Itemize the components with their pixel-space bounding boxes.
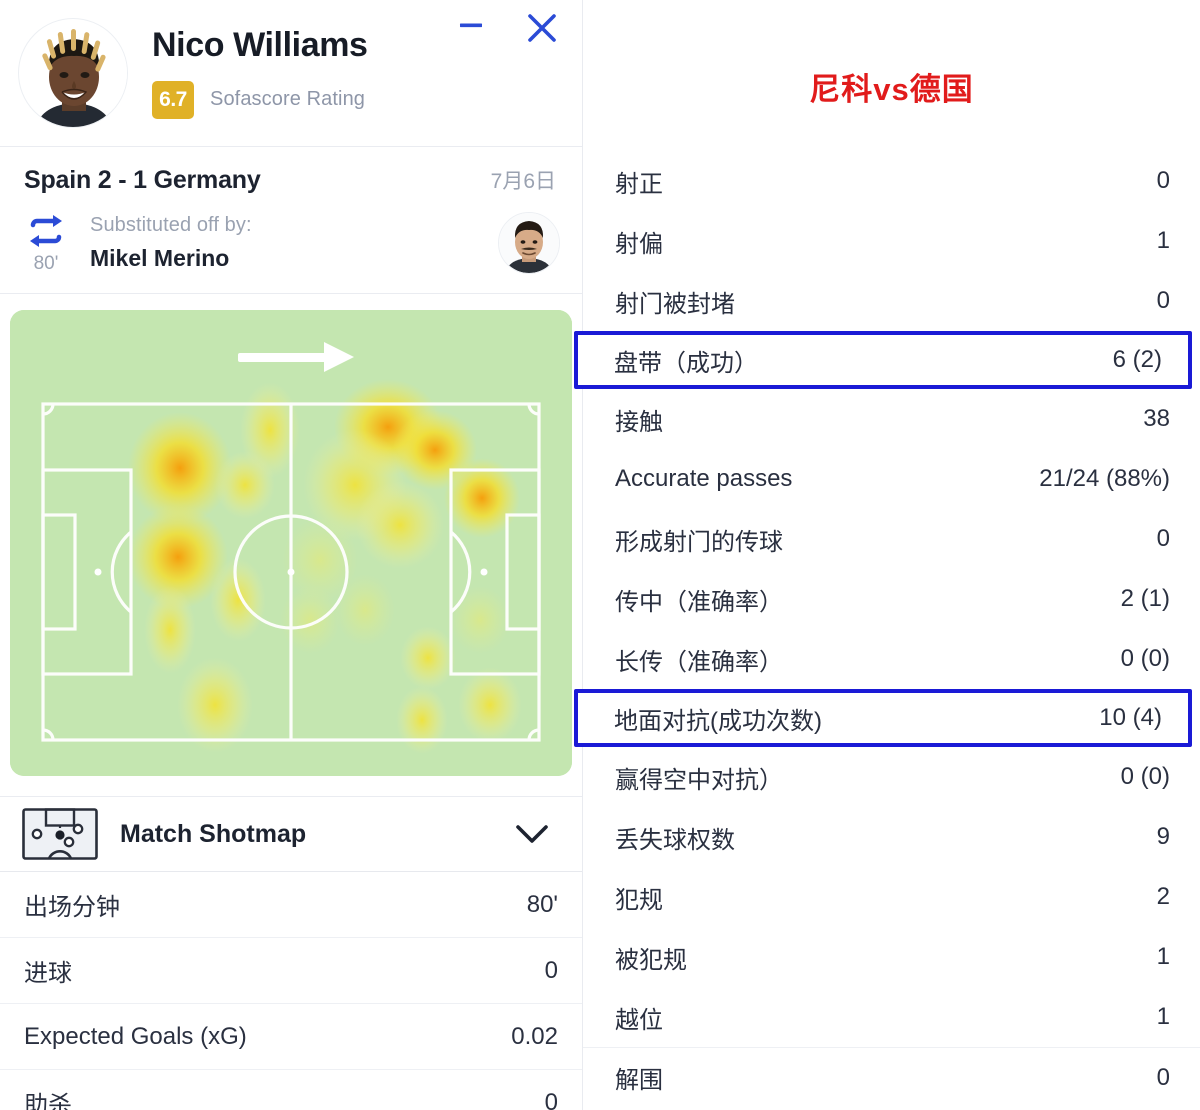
- window-controls: [450, 4, 566, 52]
- right-stat-label: 越位: [615, 1006, 663, 1034]
- substitution-player-name[interactable]: Mikel Merino: [90, 245, 498, 272]
- left-stat-value: 0: [544, 1088, 558, 1110]
- substitution-minute: 80': [33, 253, 59, 274]
- minimize-button[interactable]: [450, 4, 492, 46]
- right-stat-row-highlighted: 盘带（成功） 6 (2): [574, 331, 1192, 389]
- right-stat-value: 2: [1156, 883, 1170, 910]
- right-stat-row: 传中（准确率） 2 (1): [583, 569, 1200, 629]
- right-stat-value: 21/24 (88%): [1039, 465, 1170, 492]
- heatmap-pitch[interactable]: [10, 310, 572, 776]
- right-stat-value: 0 (0): [1120, 763, 1170, 790]
- right-stat-row: 长传（准确率） 0 (0): [583, 629, 1200, 689]
- right-stat-value: 9: [1156, 823, 1170, 850]
- left-stat-label: 出场分钟: [24, 894, 120, 921]
- right-stat-row: 越位 1: [583, 987, 1200, 1047]
- right-stat-row: 射偏 1: [583, 211, 1200, 271]
- match-shotmap-label: Match Shotmap: [120, 819, 307, 848]
- left-stat-value: 0.02: [511, 1022, 558, 1050]
- right-stat-value: 1: [1156, 227, 1170, 254]
- right-stat-row-highlighted: 地面对抗(成功次数) 10 (4): [574, 689, 1192, 747]
- right-stat-label: 射门被封堵: [615, 290, 735, 318]
- match-date: 7月6日: [490, 170, 556, 193]
- right-stat-value: 0: [1156, 167, 1170, 194]
- right-stat-row: 赢得空中对抗） 0 (0): [583, 747, 1200, 807]
- substitute-avatar-image: [499, 213, 559, 273]
- substitution-text-col: Substituted off by: Mikel Merino: [90, 214, 498, 272]
- right-stat-label: 形成射门的传球: [615, 528, 783, 556]
- heatmap-section: [0, 294, 582, 796]
- sofascore-rating-badge: 6.7: [152, 80, 194, 119]
- left-stat-value: 80': [526, 890, 558, 918]
- sofascore-rating-label: Sofascore Rating: [210, 88, 366, 111]
- match-summary-row[interactable]: Spain 2 - 1 Germany 7月6日: [0, 147, 582, 205]
- right-stat-row: 射门被封堵 0: [583, 271, 1200, 331]
- right-stat-row: Accurate passes 21/24 (88%): [583, 449, 1200, 509]
- player-header: Nico Williams 6.7 Sofascore Rating: [0, 0, 582, 146]
- substitution-icon-col: 80': [18, 211, 74, 275]
- right-stat-row: 接触 38: [583, 389, 1200, 449]
- right-stat-value: 0 (0): [1120, 645, 1170, 672]
- right-stat-value: 10 (4): [1099, 704, 1162, 731]
- substitution-caption: Substituted off by:: [90, 214, 252, 236]
- substitute-player-avatar[interactable]: [498, 212, 560, 274]
- player-avatar: [18, 18, 128, 128]
- right-stat-row: 射正 0: [583, 151, 1200, 211]
- shotmap-icon: [22, 808, 98, 860]
- left-stat-label: 进球: [24, 960, 72, 987]
- right-stat-label: 盘带（成功）: [614, 349, 758, 377]
- chevron-down-icon[interactable]: [510, 819, 554, 849]
- right-stat-value: 1: [1156, 943, 1170, 970]
- right-stat-value: 38: [1143, 405, 1170, 432]
- right-stat-row: 犯规 2: [583, 867, 1200, 927]
- right-stat-label: 射偏: [615, 230, 663, 258]
- right-stat-row: 解围 0: [583, 1047, 1200, 1107]
- right-stat-label: 接触: [615, 408, 663, 436]
- app-root: Nico Williams 6.7 Sofascore Rating Spain…: [0, 0, 1200, 1110]
- left-stat-row: 进球 0: [0, 937, 582, 1003]
- left-stat-row: Expected Goals (xG) 0.02: [0, 1003, 582, 1069]
- stats-panel: 尼科vs德国 射正 0 射偏 1 射门被封堵 0 盘带（成功） 6 (2) 接触 38 Accura…: [574, 0, 1200, 1110]
- heatmap-svg: [10, 310, 572, 776]
- right-stat-value: 0: [1156, 525, 1170, 552]
- right-stat-row: 形成射门的传球 0: [583, 509, 1200, 569]
- avatar-image: [20, 20, 127, 127]
- player-name: Nico Williams: [152, 26, 368, 65]
- stats-panel-title: 尼科vs德国: [809, 72, 974, 107]
- right-stat-value: 2 (1): [1120, 585, 1170, 612]
- close-button[interactable]: [518, 4, 566, 52]
- right-stat-row: 被犯规 1: [583, 927, 1200, 987]
- left-stat-label: 助杀: [24, 1092, 72, 1110]
- match-shotmap-accordion[interactable]: Match Shotmap: [0, 797, 582, 871]
- substitution-icon: [30, 215, 62, 247]
- right-stat-label: 传中（准确率）: [615, 588, 783, 616]
- right-stats-list: 射正 0 射偏 1 射门被封堵 0 盘带（成功） 6 (2) 接触 38 Accurate pass…: [574, 151, 1200, 1107]
- right-stat-label: 解围: [615, 1067, 663, 1094]
- left-stat-value: 0: [544, 956, 558, 984]
- right-stat-label: 地面对抗(成功次数): [614, 707, 822, 735]
- right-stat-label: 长传（准确率）: [615, 648, 783, 676]
- right-stat-row: 丢失球权数 9: [583, 807, 1200, 867]
- right-stat-label: 犯规: [615, 886, 663, 914]
- player-detail-panel: Nico Williams 6.7 Sofascore Rating Spain…: [0, 0, 582, 1110]
- right-stat-value: 6 (2): [1112, 346, 1162, 373]
- right-stat-value: 0: [1156, 287, 1170, 314]
- match-score-title: Spain 2 - 1 Germany: [24, 166, 261, 194]
- right-stat-label: Accurate passes: [615, 465, 793, 492]
- rating-row: 6.7 Sofascore Rating: [152, 80, 368, 119]
- left-stats-list: 出场分钟 80' 进球 0 Expected Goals (xG) 0.02 助杀 0: [0, 871, 582, 1110]
- right-stat-label: 被犯规: [615, 946, 687, 974]
- player-meta: Nico Williams 6.7 Sofascore Rating: [152, 26, 368, 119]
- substitution-row: 80' Substituted off by: Mikel Merino: [0, 205, 582, 293]
- right-stat-value: 1: [1156, 1003, 1170, 1030]
- right-stat-label: 赢得空中对抗）: [615, 766, 783, 794]
- right-stat-label: 射正: [615, 170, 663, 198]
- left-stat-row: 助杀 0: [0, 1069, 582, 1110]
- right-stat-label: 丢失球权数: [615, 826, 735, 854]
- minimize-icon: [460, 23, 482, 28]
- left-stat-row: 出场分钟 80': [0, 871, 582, 937]
- left-stat-label: Expected Goals (xG): [24, 1022, 247, 1050]
- close-icon: [528, 14, 556, 42]
- right-stat-value: 0: [1156, 1063, 1170, 1091]
